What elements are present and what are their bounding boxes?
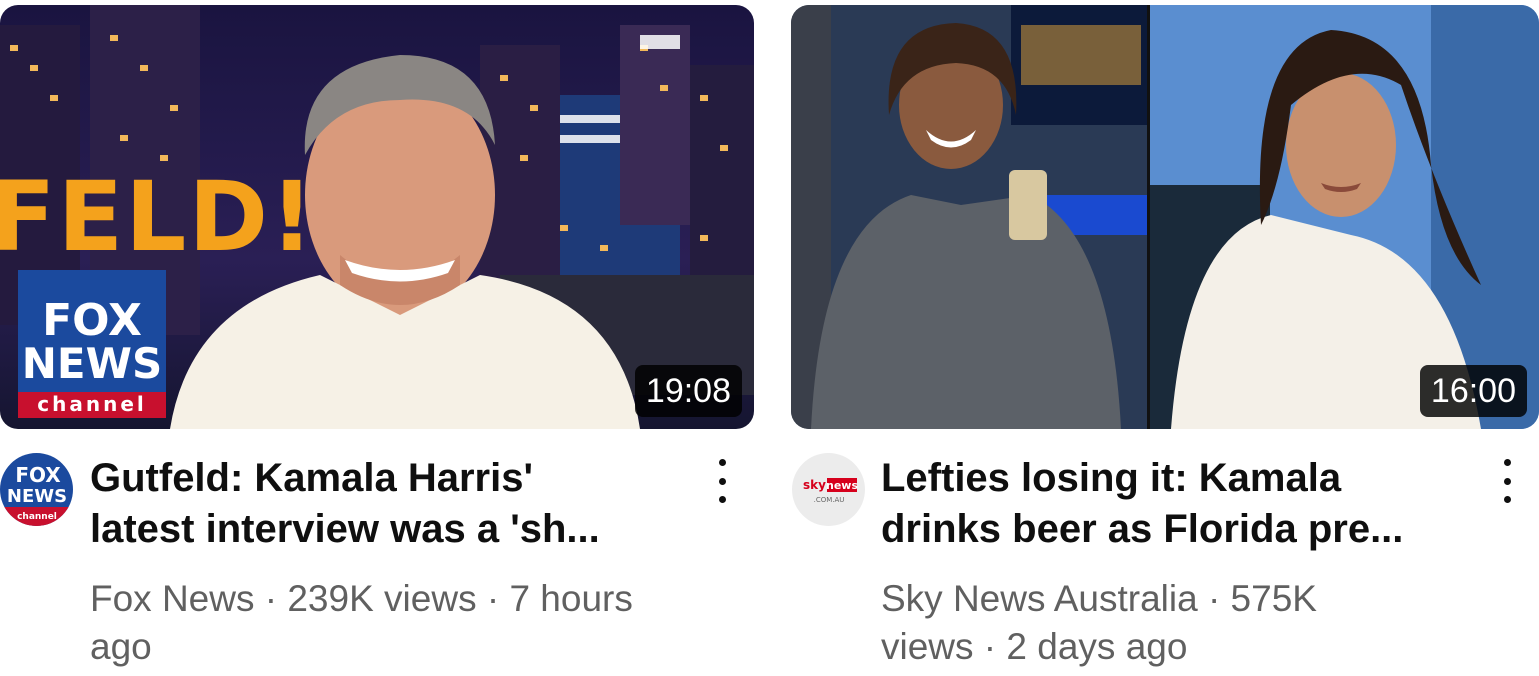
more-dot (718, 496, 726, 503)
channel-avatar[interactable]: sky news .COM.AU (792, 453, 865, 526)
video-duration: 16:00 (1419, 365, 1527, 417)
more-dot (718, 477, 726, 485)
svg-text:channel: channel (37, 392, 147, 416)
svg-text:news: news (826, 479, 858, 492)
more-dot (1503, 496, 1511, 503)
more-vertical-icon[interactable] (1497, 459, 1517, 503)
svg-text:.COM.AU: .COM.AU (814, 496, 845, 504)
video-title-line-1: Lefties losing it: Kamala (881, 456, 1342, 500)
video-meta-line-2: ago (90, 626, 152, 667)
svg-text:sky: sky (803, 478, 826, 492)
channel-avatar[interactable]: FOX NEWS channel (0, 453, 73, 526)
video-meta: Sky News Australia · 575K views · 2 days… (881, 575, 1481, 671)
video-title-line-2: latest interview was a 'sh... (90, 507, 600, 551)
video-thumbnail[interactable]: FELD! FOX NEWS channel 19:08 (0, 5, 754, 429)
svg-text:NEWS: NEWS (7, 486, 67, 507)
video-title[interactable]: Lefties losing it: Kamala drinks beer as… (881, 453, 1481, 555)
svg-text:NEWS: NEWS (22, 339, 162, 388)
more-dot (1503, 459, 1511, 466)
video-duration: 19:08 (634, 365, 742, 417)
svg-text:channel: channel (17, 512, 57, 522)
video-meta-line-1: Fox News · 239K views · 7 hours (90, 578, 633, 619)
video-meta: Fox News · 239K views · 7 hours ago (90, 575, 690, 671)
more-dot (1503, 477, 1511, 485)
video-title-line-1: Gutfeld: Kamala Harris' (90, 456, 533, 500)
video-title[interactable]: Gutfeld: Kamala Harris' latest interview… (90, 453, 690, 555)
video-title-line-2: drinks beer as Florida pre... (881, 507, 1404, 551)
video-card-2[interactable]: 16:00 sky news .COM.AU Lefties losing it… (791, 0, 1539, 676)
sky-news-logo: sky news .COM.AU (792, 453, 865, 526)
more-vertical-icon[interactable] (712, 459, 732, 503)
video-thumbnail[interactable]: 16:00 (791, 5, 1539, 429)
video-meta-line-1: Sky News Australia · 575K (881, 578, 1317, 619)
svg-text:FOX: FOX (15, 463, 61, 487)
fox-news-logo: FOX NEWS channel (0, 453, 73, 526)
more-dot (718, 459, 726, 466)
video-card-1[interactable]: FELD! FOX NEWS channel 19:08 FOX NEWS ch… (0, 0, 754, 676)
svg-text:FELD!: FELD! (0, 161, 316, 273)
video-meta-line-2: views · 2 days ago (881, 626, 1188, 667)
